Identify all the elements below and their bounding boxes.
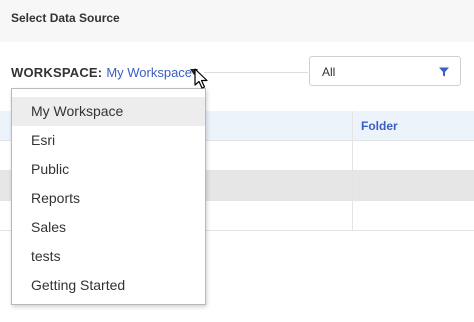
column-divider [352,171,353,200]
column-divider [352,201,353,230]
panel-title: Select Data Source [11,11,120,25]
divider [204,72,308,73]
workspace-dropdown-menu: My Workspace Esri Public Reports Sales t… [11,88,206,305]
menu-item-reports[interactable]: Reports [12,184,205,213]
filter-select[interactable]: All [309,56,461,86]
column-divider [352,111,353,140]
workspace-label: WORKSPACE: [11,65,103,80]
column-header-folder[interactable]: Folder [361,119,398,133]
filter-icon[interactable] [438,66,450,78]
select-data-source-panel: Select Data Source WORKSPACE: My Workspac… [0,0,474,322]
panel-header: Select Data Source [0,0,474,42]
workspace-selector[interactable]: WORKSPACE: My Workspace [11,65,192,80]
workspace-value[interactable]: My Workspace [106,65,192,80]
column-divider [352,141,353,170]
menu-item-my-workspace[interactable]: My Workspace [12,97,205,126]
menu-item-sales[interactable]: Sales [12,213,205,242]
menu-item-esri[interactable]: Esri [12,126,205,155]
menu-item-tests[interactable]: tests [12,242,205,271]
mouse-pointer-icon [194,68,208,89]
menu-item-getting-started[interactable]: Getting Started [12,271,205,300]
menu-item-public[interactable]: Public [12,155,205,184]
filter-value: All [322,65,336,79]
